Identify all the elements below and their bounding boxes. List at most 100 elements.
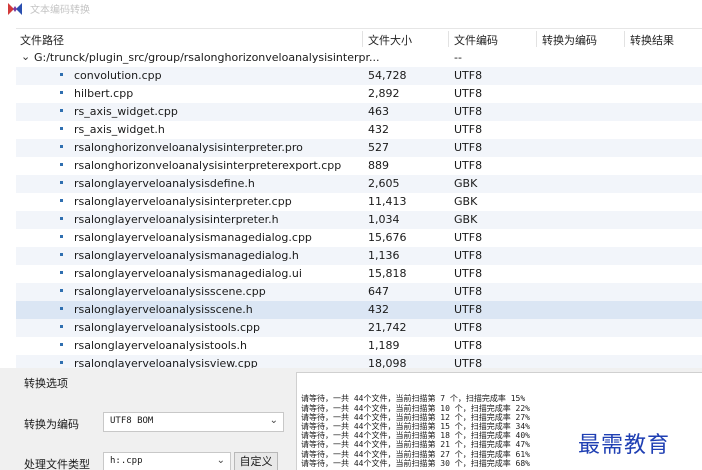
file-icon (60, 307, 63, 310)
file-icon (60, 199, 63, 202)
file-icon (60, 253, 63, 256)
file-name: rsalonglayerveloanalysismanagedialog.cpp (74, 231, 312, 244)
file-size: 1,034 (368, 213, 400, 226)
file-encoding: UTF8 (454, 105, 483, 118)
file-size: 527 (368, 141, 389, 154)
column-header-path[interactable]: 文件路径 (20, 32, 64, 48)
file-row[interactable]: rsalonglayerveloanalysisdefine.h 2,605 GBK (16, 175, 702, 193)
column-header-result[interactable]: 转换结果 (630, 32, 674, 48)
file-icon (60, 289, 63, 292)
file-name: rsalonglayerveloanalysisinterpreter.cpp (74, 195, 292, 208)
file-row[interactable]: rsalonglayerveloanalysisscene.h 432 UTF8 (16, 301, 702, 319)
file-size: 1,136 (368, 249, 400, 262)
file-row[interactable]: rsalonglayerveloanalysistools.h 1,189 UTF8 (16, 337, 702, 355)
file-icon (60, 181, 63, 184)
file-icon (60, 361, 63, 364)
file-name: convolution.cpp (74, 69, 162, 82)
file-size: 54,728 (368, 69, 407, 82)
file-name: rsalonglayerveloanalysisscene.cpp (74, 285, 266, 298)
file-name: rsalonghorizonveloanalysisinterpreter.pr… (74, 141, 303, 154)
log-line: 请等待，一共 44个文件，当前扫描第 21 个，扫描完成率 47% (301, 440, 530, 450)
file-type-label: 处理文件类型 (24, 458, 90, 470)
file-type-value: h:.cpp (110, 456, 143, 466)
custom-button[interactable]: 自定义 (234, 452, 278, 470)
tree-header: 文件路径 文件大小 文件编码 转换为编码 转换结果 (16, 29, 702, 49)
file-name: rsalonglayerveloanalysismanagedialog.h (74, 249, 299, 262)
file-row[interactable]: rsalonglayerveloanalysisscene.cpp 647 UTF8 (16, 283, 702, 301)
file-name: rsalonghorizonveloanalysisinterpreterexp… (74, 159, 342, 172)
column-separator[interactable] (624, 31, 625, 47)
file-icon (60, 91, 63, 94)
file-icon (60, 127, 63, 130)
file-size: 11,413 (368, 195, 407, 208)
file-encoding: GBK (454, 195, 478, 208)
log-line: 请等待，一共 44个文件，当前扫描第 12 个，扫描完成率 27% (301, 412, 530, 422)
file-encoding: UTF8 (454, 123, 483, 136)
file-encoding: UTF8 (454, 339, 483, 352)
log-line: 请等待，一共 44个文件，当前扫描第 15 个，扫描完成率 34% (301, 422, 530, 431)
column-separator[interactable] (362, 31, 363, 47)
file-encoding: GBK (454, 177, 478, 190)
file-name: rsalonglayerveloanalysismanagedialog.ui (74, 267, 302, 280)
file-row[interactable]: rsalonglayerveloanalysismanagedialog.cpp… (16, 229, 702, 247)
app-logo-icon (8, 3, 22, 15)
file-row[interactable]: rs_axis_widget.h 432 UTF8 (16, 121, 702, 139)
file-name: rsalonglayerveloanalysisscene.h (74, 303, 253, 316)
file-row[interactable]: rsalonglayerveloanalysisinterpreter.cpp 1… (16, 193, 702, 211)
target-encoding-value: UTF8 BOM (110, 416, 154, 426)
file-icon (60, 163, 63, 166)
file-encoding: UTF8 (454, 357, 483, 368)
chevron-down-icon[interactable]: ⌄ (270, 415, 278, 426)
root-encoding: -- (454, 51, 462, 64)
file-name: rsalonglayerveloanalysistools.h (74, 339, 247, 352)
file-tree[interactable]: 文件路径 文件大小 文件编码 转换为编码 转换结果 ⌄ G:/trunck/pl… (16, 28, 702, 368)
file-row[interactable]: rsalonglayerveloanalysistools.cpp 21,742 U… (16, 319, 702, 337)
file-encoding: UTF8 (454, 231, 483, 244)
title-bar: 文本编码转换 (0, 0, 702, 20)
file-icon (60, 73, 63, 76)
chevron-down-icon[interactable]: ⌄ (21, 50, 30, 63)
file-name: rsalonglayerveloanalysisdefine.h (74, 177, 255, 190)
file-encoding: UTF8 (454, 159, 483, 172)
file-icon (60, 271, 63, 274)
file-row[interactable]: rsalonglayerveloanalysismanagedialog.ui 1… (16, 265, 702, 283)
file-row[interactable]: rsalonglayerveloanalysismanagedialog.h 1,… (16, 247, 702, 265)
column-header-size[interactable]: 文件大小 (368, 32, 412, 48)
column-header-encoding[interactable]: 文件编码 (454, 32, 498, 48)
file-row[interactable]: rsalonghorizonveloanalysisinterpreter.pr… (16, 139, 702, 157)
watermark-text: 最需教育 (578, 433, 671, 458)
file-name: rs_axis_widget.h (74, 123, 165, 136)
file-size: 432 (368, 123, 389, 136)
file-icon (60, 325, 63, 328)
file-row[interactable]: rsalonglayerveloanalysisinterpreter.h 1,0… (16, 211, 702, 229)
column-separator[interactable] (448, 31, 449, 47)
file-size: 889 (368, 159, 389, 172)
file-size: 463 (368, 105, 389, 118)
file-encoding: GBK (454, 213, 478, 226)
target-encoding-select[interactable]: UTF8 BOM ⌄ (103, 412, 284, 432)
file-icon (60, 145, 63, 148)
target-encoding-label: 转换为编码 (24, 418, 79, 431)
chevron-down-icon[interactable]: ⌄ (217, 455, 225, 466)
file-row[interactable]: convolution.cpp 54,728 UTF8 (16, 67, 702, 85)
options-group-label: 转换选项 (24, 377, 68, 390)
file-name: rsalonglayerveloanalysisview.cpp (74, 357, 258, 368)
log-line: 请等待，一共 44个文件，当前扫描第 30 个，扫描完成率 68% (301, 458, 530, 468)
file-icon (60, 217, 63, 220)
file-size: 432 (368, 303, 389, 316)
file-row[interactable]: rsalonghorizonveloanalysisinterpreterexp… (16, 157, 702, 175)
file-row[interactable]: rsalonglayerveloanalysisview.cpp 18,098 UT… (16, 355, 702, 368)
file-icon (60, 109, 63, 112)
file-encoding: UTF8 (454, 249, 483, 262)
file-type-select[interactable]: h:.cpp ⌄ (103, 452, 231, 470)
column-separator[interactable] (536, 31, 537, 47)
file-size: 2,605 (368, 177, 400, 190)
tree-root-row[interactable]: ⌄ G:/trunck/plugin_src/group/rsalonghori… (16, 49, 702, 67)
file-row[interactable]: rs_axis_widget.cpp 463 UTF8 (16, 103, 702, 121)
log-line: 请等待，一共 44个文件，当前扫描第 7 个，扫描完成率 15% (301, 394, 526, 404)
file-name: rsalonglayerveloanalysistools.cpp (74, 321, 261, 334)
file-row[interactable]: hilbert.cpp 2,892 UTF8 (16, 85, 702, 103)
window-title: 文本编码转换 (30, 5, 90, 16)
file-icon (60, 235, 63, 238)
column-header-target-encoding[interactable]: 转换为编码 (542, 32, 597, 48)
